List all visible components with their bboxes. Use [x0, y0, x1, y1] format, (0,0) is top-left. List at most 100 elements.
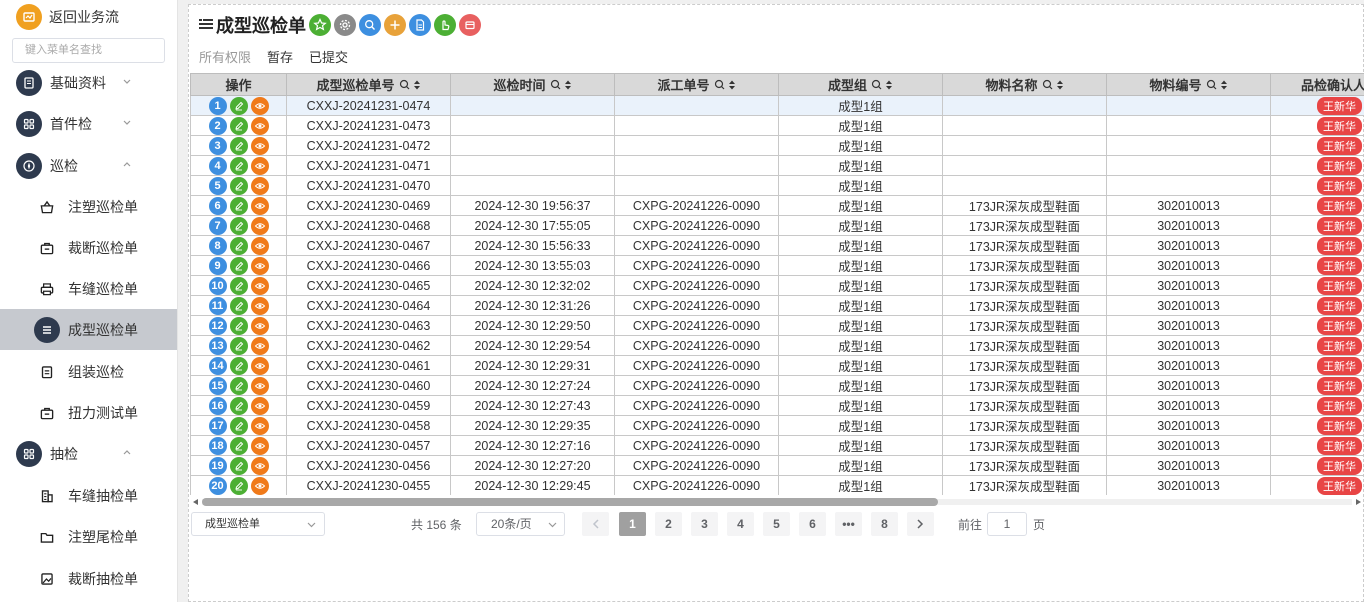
- form-type-select[interactable]: 成型巡检单: [191, 512, 325, 536]
- page-button[interactable]: 1: [619, 512, 646, 536]
- page-button[interactable]: 6: [799, 512, 826, 536]
- edit-button[interactable]: [229, 216, 248, 235]
- table-row[interactable]: 12 CXXJ-20241230-0463 2024-12-30 12:29:50 C…: [190, 315, 1364, 336]
- view-button[interactable]: [250, 196, 269, 215]
- page-size-select[interactable]: 20条/页: [476, 512, 565, 536]
- table-row[interactable]: 11 CXXJ-20241230-0464 2024-12-30 12:31:26 C…: [190, 295, 1364, 316]
- column-header[interactable]: 操作: [190, 73, 287, 96]
- filter-sort-icon[interactable]: [714, 79, 736, 94]
- table-row[interactable]: 4 CXXJ-20241231-0471 成型1组 王新华: [190, 155, 1364, 176]
- add-button[interactable]: [384, 14, 406, 36]
- confirmer-badge[interactable]: 王新华: [1317, 336, 1362, 355]
- page-button[interactable]: 5: [763, 512, 790, 536]
- confirmer-badge[interactable]: 王新华: [1317, 416, 1362, 435]
- export-button[interactable]: [409, 14, 431, 36]
- menu-search-input[interactable]: 键入菜单名查找: [12, 38, 165, 63]
- table-row[interactable]: 19 CXXJ-20241230-0456 2024-12-30 12:27:20 C…: [190, 455, 1364, 476]
- sidebar-item-10[interactable]: 车缝抽检单: [0, 475, 177, 516]
- confirmer-badge[interactable]: 王新华: [1317, 456, 1362, 475]
- confirmer-badge[interactable]: 王新华: [1317, 136, 1362, 155]
- confirmer-badge[interactable]: 王新华: [1317, 296, 1362, 315]
- table-row[interactable]: 2 CXXJ-20241231-0473 成型1组 王新华: [190, 115, 1364, 136]
- edit-button[interactable]: [229, 476, 248, 495]
- table-row[interactable]: 6 CXXJ-20241230-0469 2024-12-30 19:56:37 CX…: [190, 195, 1364, 216]
- view-button[interactable]: [250, 216, 269, 235]
- star-button[interactable]: [309, 14, 331, 36]
- view-button[interactable]: [250, 336, 269, 355]
- view-button[interactable]: [250, 276, 269, 295]
- edit-button[interactable]: [229, 376, 248, 395]
- table-row[interactable]: 20 CXXJ-20241230-0455 2024-12-30 12:29:45 C…: [190, 475, 1364, 495]
- filter-sort-icon[interactable]: [871, 79, 893, 94]
- table-row[interactable]: 16 CXXJ-20241230-0459 2024-12-30 12:27:43 C…: [190, 395, 1364, 416]
- edit-button[interactable]: [229, 136, 248, 155]
- edit-button[interactable]: [229, 416, 248, 435]
- more-pages-button[interactable]: •••: [835, 512, 862, 536]
- view-button[interactable]: [250, 456, 269, 475]
- column-header[interactable]: 物料名称: [942, 73, 1107, 96]
- table-row[interactable]: 8 CXXJ-20241230-0467 2024-12-30 15:56:33 CX…: [190, 235, 1364, 256]
- confirmer-badge[interactable]: 王新华: [1317, 356, 1362, 375]
- view-button[interactable]: [250, 236, 269, 255]
- column-header[interactable]: 派工单号: [614, 73, 779, 96]
- view-button[interactable]: [250, 476, 269, 495]
- table-row[interactable]: 9 CXXJ-20241230-0466 2024-12-30 13:55:03 CX…: [190, 255, 1364, 276]
- confirmer-badge[interactable]: 王新华: [1317, 316, 1362, 335]
- confirmer-badge[interactable]: 王新华: [1317, 216, 1362, 235]
- column-header[interactable]: 物料编号: [1106, 73, 1271, 96]
- confirmer-badge[interactable]: 王新华: [1317, 396, 1362, 415]
- sidebar-item-11[interactable]: 注塑尾检单: [0, 516, 177, 557]
- confirmer-badge[interactable]: 王新华: [1317, 476, 1362, 495]
- view-button[interactable]: [250, 396, 269, 415]
- edit-button[interactable]: [229, 276, 248, 295]
- horizontal-scrollbar[interactable]: [190, 497, 1364, 507]
- view-button[interactable]: [250, 356, 269, 375]
- edit-button[interactable]: [229, 96, 248, 115]
- confirmer-badge[interactable]: 王新华: [1317, 116, 1362, 135]
- view-button[interactable]: [250, 256, 269, 275]
- table-row[interactable]: 14 CXXJ-20241230-0461 2024-12-30 12:29:31 C…: [190, 355, 1364, 376]
- table-row[interactable]: 13 CXXJ-20241230-0462 2024-12-30 12:29:54 C…: [190, 335, 1364, 356]
- view-button[interactable]: [250, 136, 269, 155]
- table-row[interactable]: 1 CXXJ-20241231-0474 成型1组 王新华: [190, 95, 1364, 116]
- page-button[interactable]: 8: [871, 512, 898, 536]
- table-row[interactable]: 5 CXXJ-20241231-0470 成型1组 王新华: [190, 175, 1364, 196]
- settings-button[interactable]: [334, 14, 356, 36]
- confirmer-badge[interactable]: 王新华: [1317, 256, 1362, 275]
- filter-sort-icon[interactable]: [1206, 79, 1228, 94]
- hand-button[interactable]: [434, 14, 456, 36]
- confirmer-badge[interactable]: 王新华: [1317, 176, 1362, 195]
- sidebar-item-7[interactable]: 组装巡检: [0, 351, 177, 392]
- edit-button[interactable]: [229, 396, 248, 415]
- view-button[interactable]: [250, 376, 269, 395]
- view-button[interactable]: [250, 96, 269, 115]
- view-button[interactable]: [250, 436, 269, 455]
- confirmer-badge[interactable]: 王新华: [1317, 156, 1362, 175]
- tab-all-permissions[interactable]: 所有权限: [199, 47, 251, 66]
- view-button[interactable]: [250, 416, 269, 435]
- column-header[interactable]: 品检确认人: [1270, 73, 1364, 96]
- back-to-business-flow[interactable]: 返回业务流: [16, 4, 119, 30]
- column-header[interactable]: 巡检时间: [450, 73, 615, 96]
- confirmer-badge[interactable]: 王新华: [1317, 196, 1362, 215]
- search-button[interactable]: [359, 14, 381, 36]
- edit-button[interactable]: [229, 316, 248, 335]
- edit-button[interactable]: [229, 156, 248, 175]
- page-button[interactable]: 4: [727, 512, 754, 536]
- sidebar-item-8[interactable]: 扭力测试单: [0, 392, 177, 433]
- list-menu-icon[interactable]: [199, 18, 213, 33]
- tab-submitted[interactable]: 已提交: [309, 47, 348, 66]
- edit-button[interactable]: [229, 436, 248, 455]
- scroll-thumb[interactable]: [202, 498, 938, 506]
- view-button[interactable]: [250, 176, 269, 195]
- edit-button[interactable]: [229, 296, 248, 315]
- confirmer-badge[interactable]: 王新华: [1317, 376, 1362, 395]
- table-row[interactable]: 7 CXXJ-20241230-0468 2024-12-30 17:55:05 CX…: [190, 215, 1364, 236]
- edit-button[interactable]: [229, 356, 248, 375]
- edit-button[interactable]: [229, 196, 248, 215]
- edit-button[interactable]: [229, 176, 248, 195]
- confirmer-badge[interactable]: 王新华: [1317, 276, 1362, 295]
- view-button[interactable]: [250, 296, 269, 315]
- view-button[interactable]: [250, 316, 269, 335]
- scroll-right-icon[interactable]: [1355, 499, 1361, 505]
